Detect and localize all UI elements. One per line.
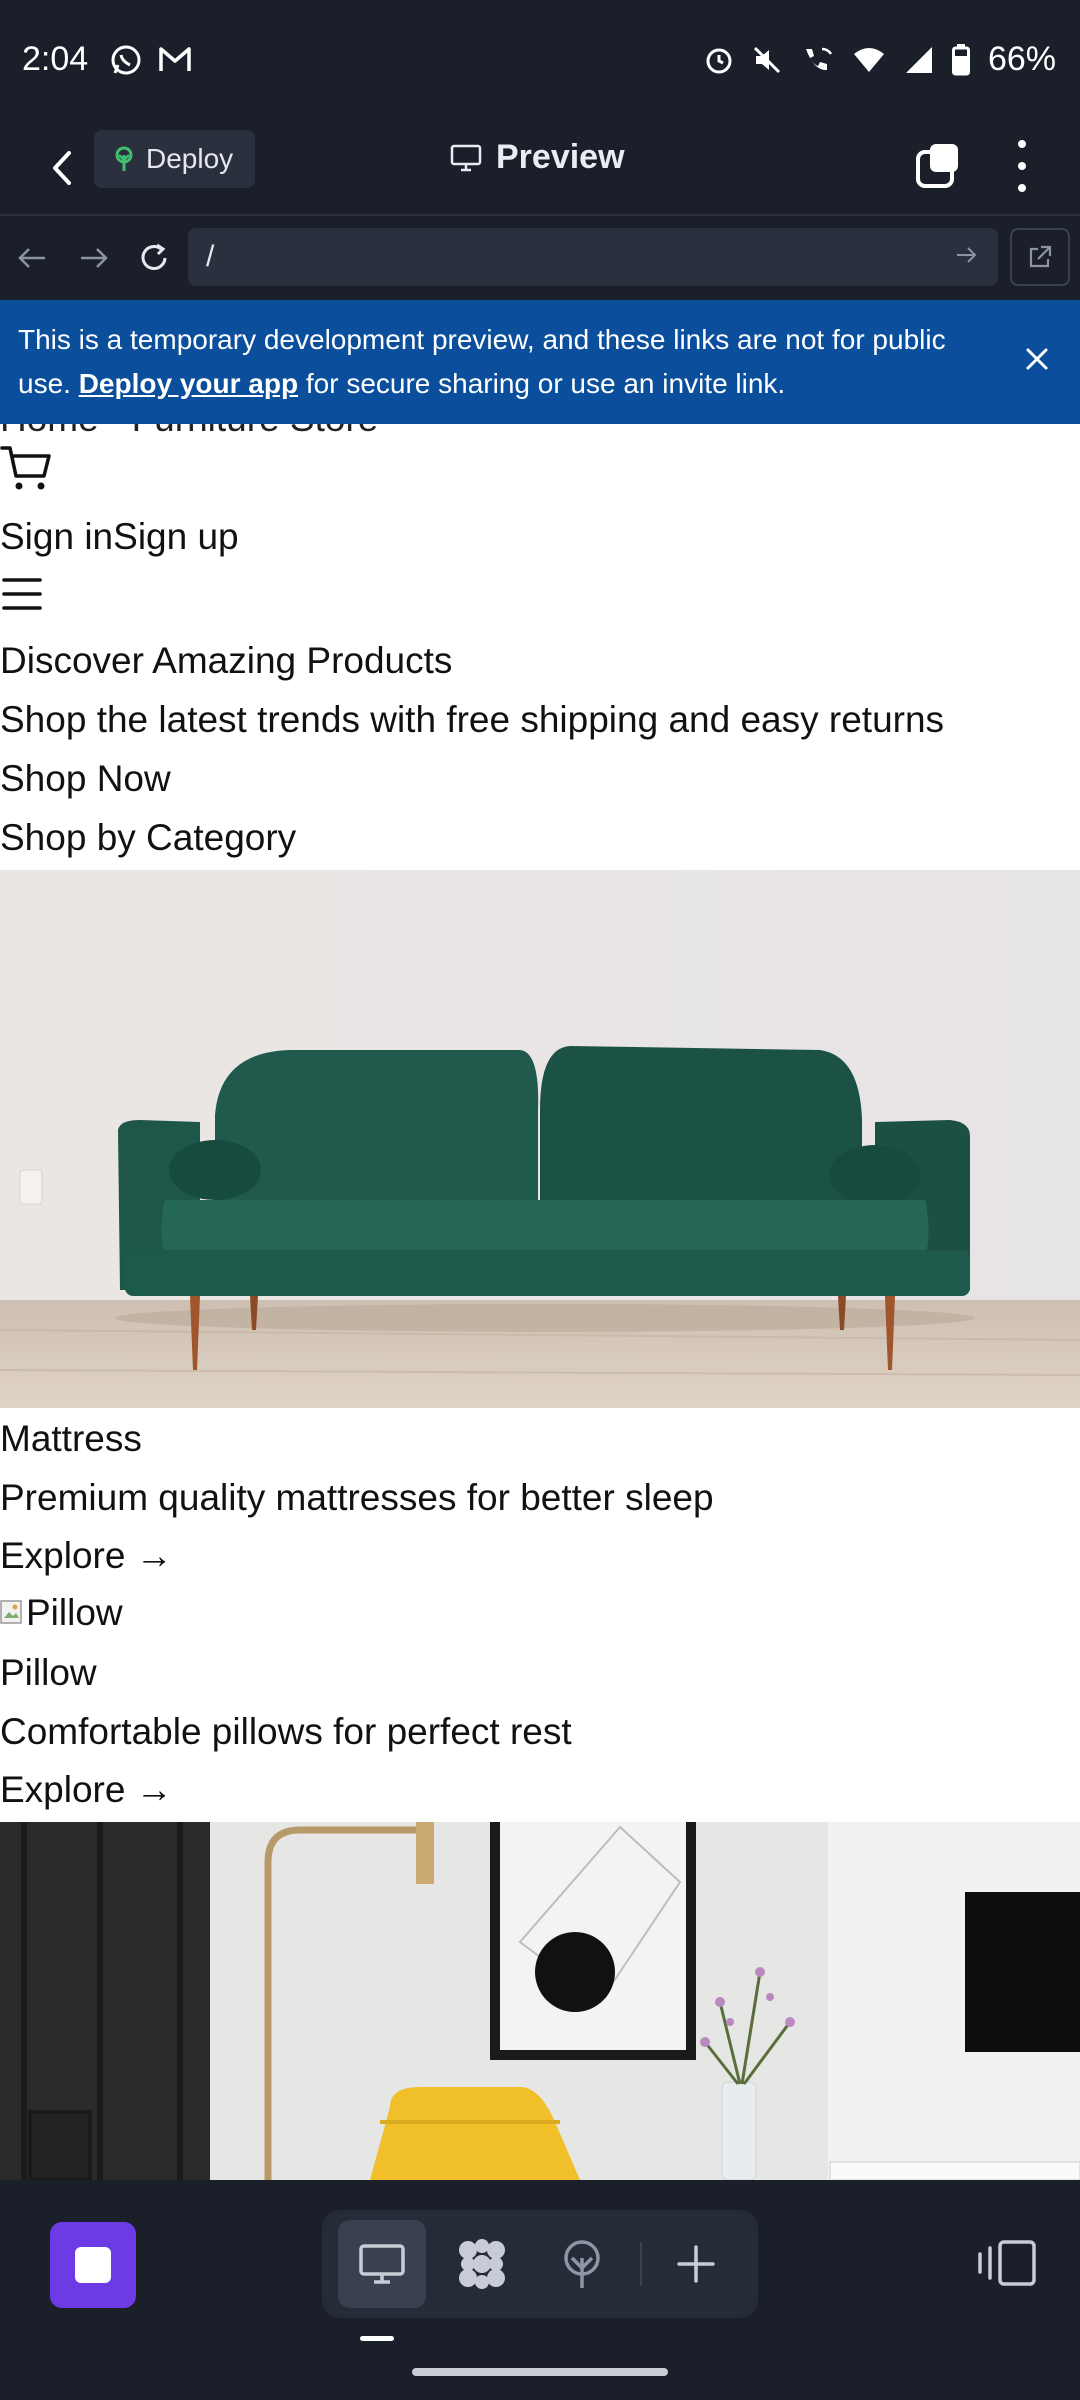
mattress-category-image[interactable] [0, 870, 1080, 1408]
hero-title: Discover Amazing Products [0, 640, 453, 681]
sign-in-link[interactable]: Sign in [0, 516, 113, 557]
web-page: Home · Furniture Store Sign inSign up Di… [0, 424, 1080, 2180]
sofa-photo [0, 870, 1080, 1408]
tabs-icon [916, 144, 958, 188]
add-tool-button[interactable] [652, 2220, 740, 2308]
sign-up-link[interactable]: Sign up [113, 516, 239, 557]
chevron-left-icon [53, 151, 71, 185]
alarm-icon [706, 48, 732, 73]
deploy-icon [115, 146, 133, 171]
wifi-call-icon [805, 47, 833, 70]
broken-image-icon [0, 1600, 22, 1624]
stop-square-icon [75, 2247, 111, 2283]
wifi-icon [853, 47, 884, 72]
panel-toggle-button[interactable] [976, 2238, 1040, 2288]
more-options-button[interactable] [1014, 140, 1030, 192]
section-title: Shop by Category [0, 817, 297, 858]
more-dot [1018, 184, 1026, 192]
view-switcher [322, 2210, 758, 2318]
reload-icon [141, 243, 167, 270]
external-link-icon [1029, 245, 1052, 268]
status-bar: 2:04 66% [0, 0, 1080, 120]
gmail-icon [159, 47, 191, 71]
tabs-button[interactable] [912, 140, 964, 192]
reload-button[interactable] [134, 238, 174, 278]
url-bar: / [0, 216, 1080, 300]
deploy-label: Deploy [146, 143, 234, 174]
mute-icon [753, 46, 780, 73]
preview-title: Preview [450, 138, 625, 177]
url-input[interactable]: / [188, 228, 998, 286]
deploy-tool-button[interactable] [538, 2220, 626, 2308]
category-description: Premium quality mattresses for better sl… [0, 1477, 714, 1518]
preview-label: Preview [496, 138, 625, 176]
url-text: / [206, 240, 215, 273]
arrow-right-icon [81, 248, 108, 268]
status-time: 2:04 [22, 40, 89, 78]
bottom-toolbar [0, 2180, 1080, 2400]
monitor-icon [359, 2244, 405, 2284]
app-bar: Deploy Preview [0, 120, 1080, 216]
battery-percent: 66% [987, 40, 1056, 78]
back-button[interactable] [40, 142, 84, 194]
active-tab-indicator [360, 2336, 394, 2341]
dev-preview-banner: This is a temporary development preview,… [0, 300, 1080, 424]
open-external-button[interactable] [1010, 228, 1070, 286]
cart-icon[interactable] [0, 442, 52, 494]
deploy-button[interactable]: Deploy [94, 130, 256, 188]
battery-icon [951, 43, 970, 75]
system-icons: 66% [704, 40, 1056, 79]
explore-link[interactable]: Explore → [0, 1535, 173, 1577]
monitor-icon [450, 144, 482, 171]
category-image[interactable] [0, 1822, 1080, 2180]
close-icon[interactable] [1020, 342, 1054, 376]
cut-off-heading: Home · Furniture Store [0, 424, 378, 440]
sidebar-panel-icon [978, 2240, 1036, 2286]
grid-blob-icon [459, 2239, 505, 2289]
arrow-left-icon [18, 248, 45, 268]
category-name: Pillow [0, 1652, 97, 1693]
preview-tool-button[interactable] [338, 2220, 426, 2308]
deploy-icon [564, 2240, 600, 2288]
living-room-photo [0, 1822, 1080, 2180]
hero-subtitle: Shop the latest trends with free shippin… [0, 699, 945, 740]
banner-text-after: for secure sharing or use an invite link… [298, 368, 786, 399]
more-dot [1018, 162, 1026, 170]
go-arrow-icon[interactable] [954, 242, 980, 268]
apps-tool-button[interactable] [438, 2220, 526, 2308]
signal-icon [905, 46, 932, 73]
stop-button[interactable] [50, 2222, 136, 2308]
hamburger-menu-icon[interactable] [0, 574, 44, 614]
pillow-category-image[interactable]: Pillow [0, 1592, 123, 1634]
browser-back-button[interactable] [12, 238, 52, 278]
toolbar-divider [640, 2242, 642, 2286]
notification-icons [110, 44, 192, 76]
whatsapp-icon [111, 45, 141, 75]
browser-forward-button[interactable] [74, 238, 114, 278]
more-dot [1018, 140, 1026, 148]
shop-now-button[interactable]: Shop Now [0, 758, 171, 800]
deploy-app-link[interactable]: Deploy your app [79, 368, 298, 399]
explore-link[interactable]: Explore → [0, 1769, 173, 1811]
category-description: Comfortable pillows for perfect rest [0, 1711, 572, 1752]
home-indicator[interactable] [412, 2368, 668, 2376]
plus-icon [677, 2245, 715, 2283]
category-name: Mattress [0, 1418, 142, 1459]
auth-links: Sign inSign up [0, 516, 239, 558]
broken-image-alt: Pillow [26, 1592, 123, 1633]
